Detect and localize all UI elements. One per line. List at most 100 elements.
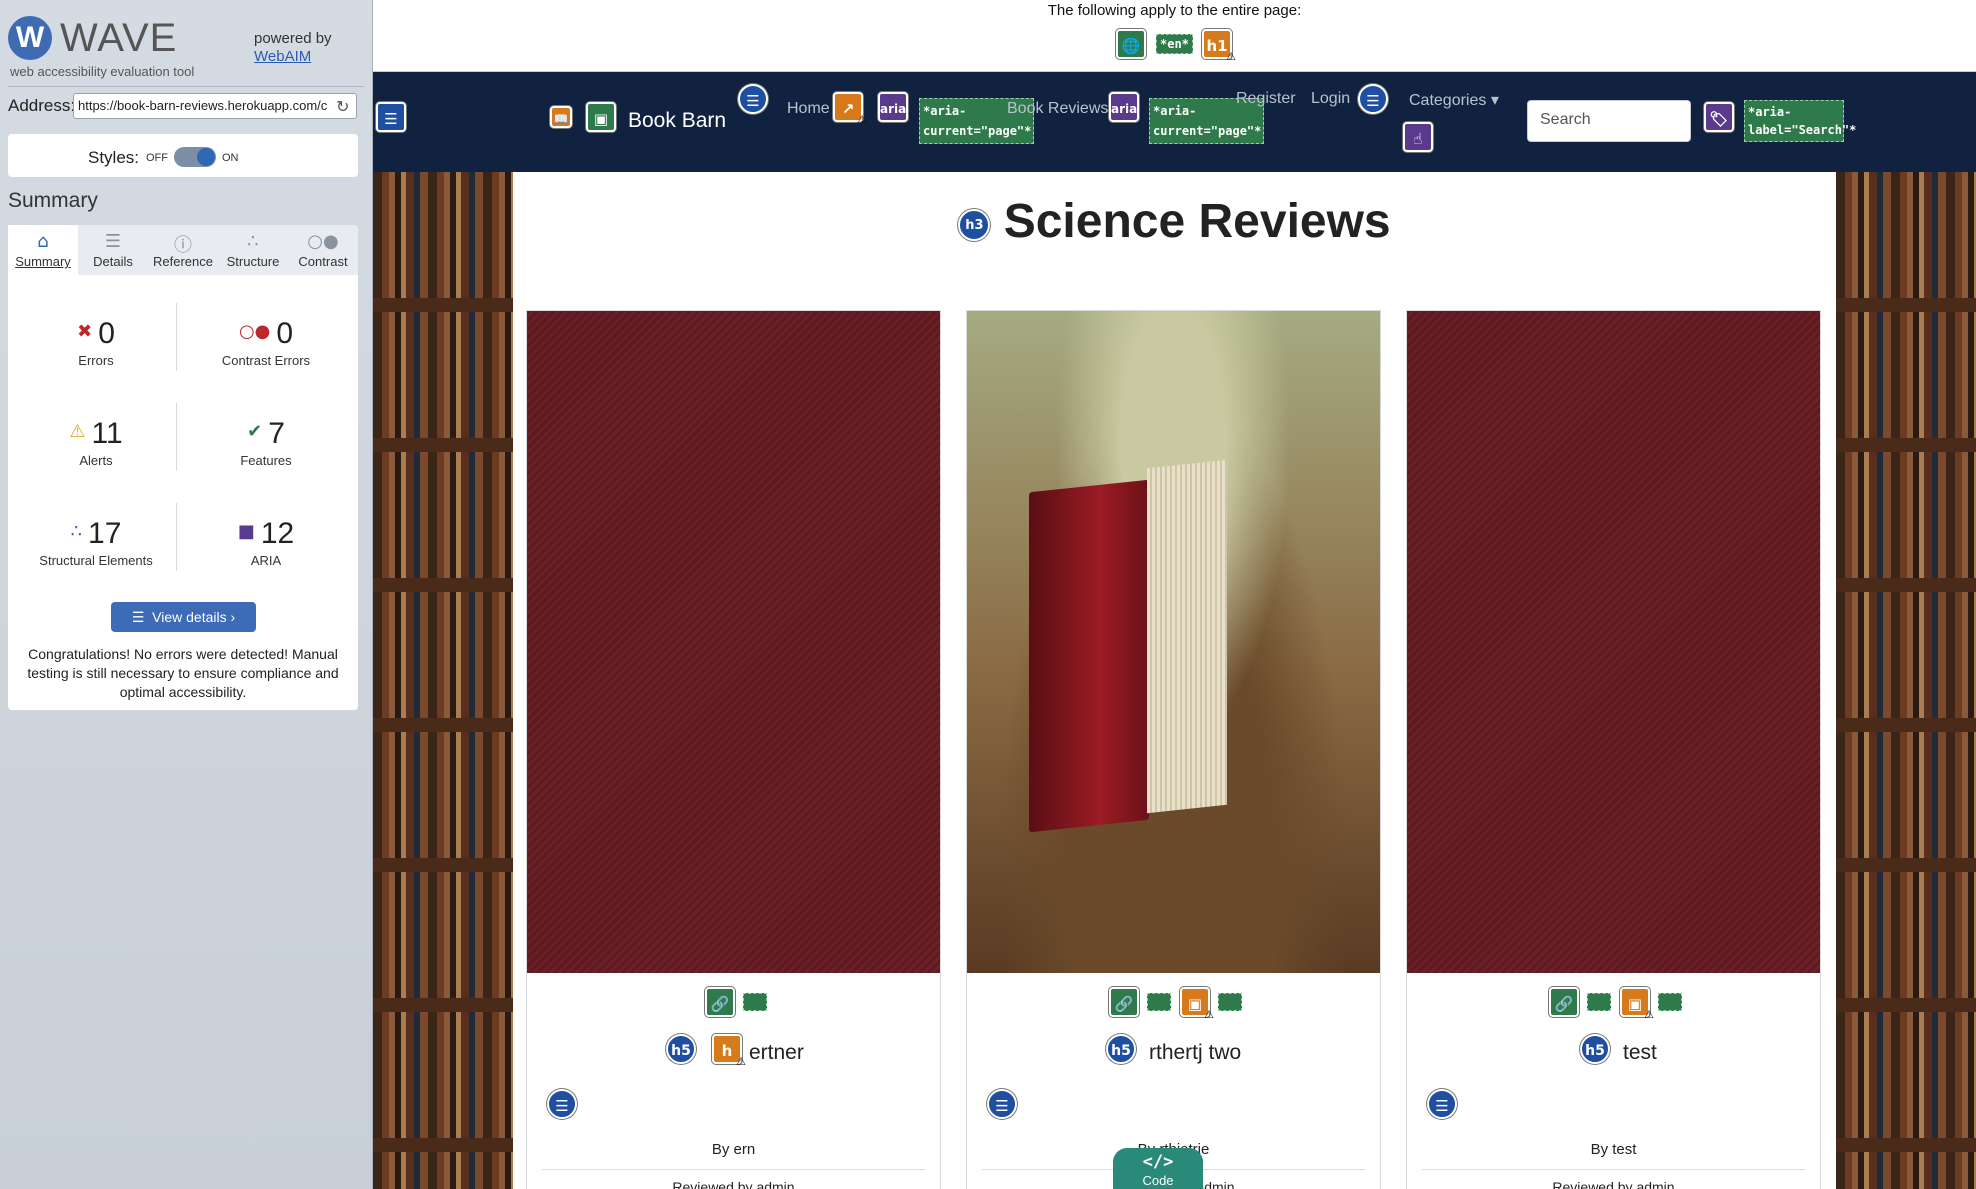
aria-label-tag[interactable]: *aria-label="Search"* <box>1744 100 1856 142</box>
alerts-stat[interactable]: ⚠ 11 Alerts <box>16 417 176 468</box>
page-title: h3 Science Reviews <box>513 194 1836 249</box>
tab-contrast[interactable]: ○● Contrast <box>288 225 358 275</box>
list-icon: ☰ <box>131 609 153 625</box>
contrast-icon: ○● <box>307 231 339 252</box>
review-card[interactable]: 🔗 ▣ ⚠ h5 test ☰ By test Reviewed by admin <box>1406 310 1821 1189</box>
wave-tagline: web accessibility evaluation tool <box>10 64 195 79</box>
webaim-link[interactable]: WebAIM <box>254 48 311 65</box>
tab-summary[interactable]: ⌂ Summary <box>8 225 78 275</box>
book-logo-icon[interactable]: 📖 <box>550 106 572 128</box>
tab-structure[interactable]: ∴ Structure <box>218 225 288 275</box>
card-reviewer: Reviewed by admin <box>672 1179 795 1189</box>
alt-text-tag[interactable] <box>1147 993 1171 1011</box>
warning-icon: ⚠ <box>857 113 867 126</box>
alt-text-tag[interactable] <box>1218 993 1242 1011</box>
book-pages <box>1147 459 1227 814</box>
aria-icon[interactable]: aria <box>1109 92 1139 122</box>
wave-title: WAVE <box>60 16 178 60</box>
toggle-knob <box>197 148 215 166</box>
h1-badge: h1 <box>1206 37 1228 55</box>
alt-text-tag[interactable] <box>1658 993 1682 1011</box>
tab-reference[interactable]: ⓘ Reference <box>148 225 218 275</box>
divider <box>1422 1169 1805 1170</box>
card-title[interactable]: ertner <box>647 1041 897 1065</box>
aria-cube-icon: ■ <box>237 521 255 542</box>
styles-label: Styles: <box>88 148 140 167</box>
nav-register[interactable]: Register <box>1236 90 1296 108</box>
alerts-count: 11 <box>91 417 123 450</box>
list-icon[interactable]: ☰ <box>738 84 768 114</box>
features-stat[interactable]: ✔ 7 Features <box>186 417 346 468</box>
page-wide-icons-strip: The following apply to the entire page: … <box>373 0 1976 72</box>
nav-book-reviews[interactable]: Book Reviews <box>1007 100 1108 118</box>
home-icon: ⌂ <box>37 231 49 252</box>
bookshelf-background-right <box>1836 172 1976 1189</box>
linked-image-icon[interactable]: 🔗 <box>705 987 735 1017</box>
reload-icon[interactable]: ↻ <box>336 97 349 116</box>
aria-count: 12 <box>260 517 295 550</box>
summary-title: Summary <box>8 189 98 212</box>
book-photo <box>1029 456 1249 833</box>
nav-login[interactable]: Login <box>1311 90 1350 108</box>
card-image <box>527 311 940 973</box>
aria-label-icon[interactable]: 🏷 <box>1704 102 1734 132</box>
address-input[interactable]: https://book-barn-reviews.herokuapp.com/… <box>73 93 357 119</box>
card-reviewer: Reviewed by admin <box>1552 1179 1675 1189</box>
list-icon[interactable]: ☰ <box>987 1089 1017 1119</box>
navigation-icon[interactable]: ☰ <box>376 102 406 132</box>
wave-sidebar: W WAVE web accessibility evaluation tool… <box>0 0 373 1189</box>
congrats-message: Congratulations! No errors were detected… <box>27 646 339 700</box>
view-details-label: View details › <box>152 609 236 625</box>
list-icon[interactable]: ☰ <box>1358 84 1388 114</box>
apply-text: The following apply to the entire page: <box>1047 2 1302 19</box>
language-globe-icon[interactable]: 🌐 <box>1116 29 1146 59</box>
bookshelf-background-left <box>373 172 513 1189</box>
image-alert-icon[interactable]: ▣ ⚠ <box>1180 987 1214 1021</box>
review-card[interactable]: 🔗 ▣⚠ h5 rthertj two ☰ By rthietrje Revie… <box>966 310 1381 1189</box>
view-details-button[interactable]: ☰ View details › <box>111 602 256 632</box>
caret-down-icon: ▾ <box>1486 92 1499 109</box>
image-icon[interactable]: ▣ <box>586 102 616 132</box>
card-image <box>967 311 1380 973</box>
structural-stat[interactable]: ∴ 17 Structural Elements <box>16 517 176 568</box>
summary-panel: ✖ 0 Errors ○● 0 Contrast Errors ⚠ 11 Alerts… <box>8 275 358 710</box>
structure-icon: ∴ <box>70 521 83 542</box>
categories-label: Categories <box>1409 92 1487 109</box>
structural-count: 17 <box>88 517 122 550</box>
h1-alert-icon[interactable]: h1 ⚠ <box>1202 29 1236 63</box>
list-icon[interactable]: ☰ <box>547 1089 577 1119</box>
aria-icon[interactable]: aria <box>878 92 908 122</box>
list-icon[interactable]: ☰ <box>1427 1089 1457 1119</box>
linked-image-icon[interactable]: 🔗 <box>1549 987 1579 1017</box>
wave-logo-icon: W <box>8 16 52 60</box>
nav-categories[interactable]: Categories ▾ <box>1409 90 1499 110</box>
linked-image-icon[interactable]: 🔗 <box>1109 987 1139 1017</box>
image-alert-icon[interactable]: ▣ ⚠ <box>1620 987 1654 1021</box>
contrast-errors-stat[interactable]: ○● 0 Contrast Errors <box>186 317 346 368</box>
h3-icon[interactable]: h3 <box>958 209 991 241</box>
info-icon: ⓘ <box>174 235 192 256</box>
contrast-errors-count: 0 <box>276 317 294 350</box>
card-title[interactable]: test <box>1567 1041 1817 1065</box>
redundant-link-icon[interactable]: ↗ ⚠ <box>833 92 867 126</box>
brand-link[interactable]: Book Barn <box>628 109 726 133</box>
styles-toggle[interactable] <box>174 147 216 167</box>
code-panel-toggle[interactable]: </> Code <box>1113 1148 1203 1189</box>
lang-tag[interactable]: *en* <box>1156 34 1193 54</box>
alt-text-tag[interactable] <box>743 993 767 1011</box>
review-card[interactable]: 🔗 h5 h ⚠ ertner ☰ By ern Reviewed by admi… <box>526 310 941 1189</box>
tab-details[interactable]: ☰ Details <box>78 225 148 275</box>
alt-text-tag[interactable] <box>1587 993 1611 1011</box>
errors-count: 0 <box>98 317 115 350</box>
features-count: 7 <box>268 417 285 450</box>
errors-stat[interactable]: ✖ 0 Errors <box>16 317 176 368</box>
aria-tabindex-icon[interactable]: ☝ <box>1403 122 1433 152</box>
search-input[interactable]: Search <box>1527 100 1691 142</box>
warning-icon: ⚠ <box>1644 1008 1654 1021</box>
warning-icon: ⚠ <box>1204 1008 1214 1021</box>
main-content: h3 Science Reviews 🔗 h5 h ⚠ ertner ☰ By e… <box>513 172 1836 1189</box>
nav-home[interactable]: Home <box>787 100 830 118</box>
contrast-error-icon: ○● <box>238 321 271 342</box>
aria-stat[interactable]: ■ 12 ARIA <box>186 517 346 568</box>
card-title[interactable]: rthertj two <box>1087 1041 1377 1065</box>
